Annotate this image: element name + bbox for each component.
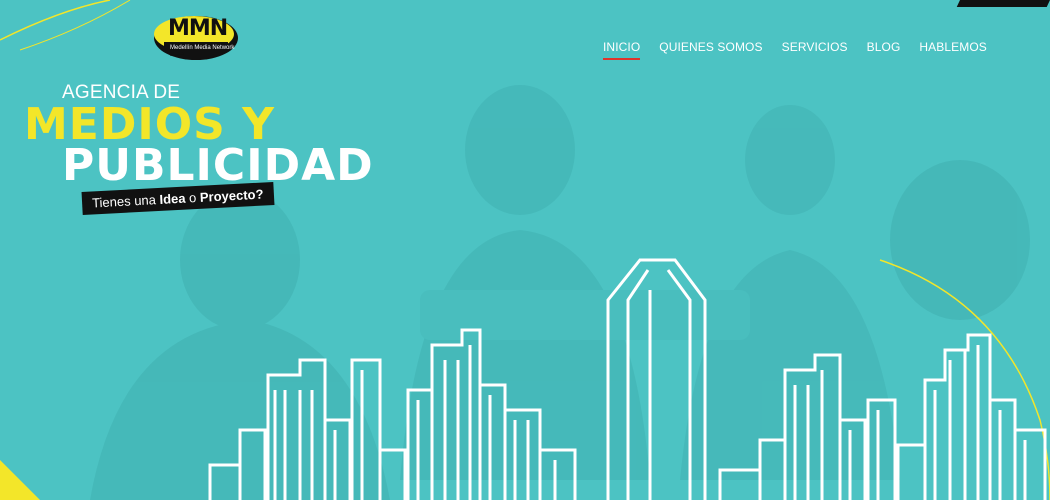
- tagline-bold-idea: Idea: [159, 190, 186, 207]
- hero-background: [0, 0, 1050, 500]
- deco-curve-top-left-2: [19, 0, 131, 51]
- nav-item-quienes-somos[interactable]: QUIENES SOMOS: [659, 40, 762, 60]
- nav-item-inicio[interactable]: INICIO: [603, 40, 641, 60]
- deco-corner-bottom-left: [0, 460, 40, 500]
- tagline-text-2: o: [185, 189, 201, 206]
- logo-text: MMN: [168, 16, 228, 41]
- main-nav: INICIO QUIENES SOMOS SERVICIOS BLOG HABL…: [603, 40, 1006, 60]
- brand-logo[interactable]: MMN Medellín Media Network: [150, 12, 242, 62]
- nav-item-blog[interactable]: BLOG: [867, 40, 901, 60]
- nav-item-servicios[interactable]: SERVICIOS: [782, 40, 848, 60]
- hero-line-publicidad: PUBLICIDAD: [62, 140, 374, 191]
- tagline-bold-proyecto: Proyecto?: [199, 186, 264, 205]
- topbar-accent: [956, 0, 1050, 7]
- tagline-text-1: Tienes una: [91, 191, 160, 211]
- nav-item-hablemos[interactable]: HABLEMOS: [919, 40, 987, 60]
- logo-subtitle: Medellín Media Network: [170, 45, 235, 51]
